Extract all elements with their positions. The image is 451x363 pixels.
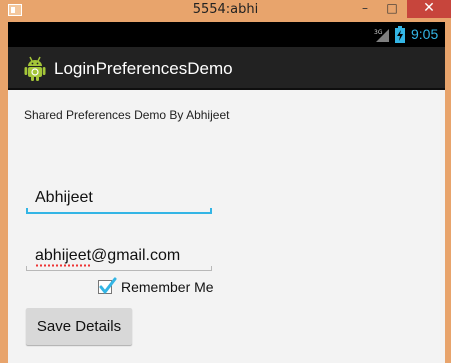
app-title: LoginPreferencesDemo: [54, 59, 233, 78]
save-details-button[interactable]: Save Details: [26, 308, 132, 345]
main-content: Shared Preferences Demo By Abhijeet Abhi…: [8, 90, 445, 363]
signal-3g-icon: 3G: [374, 29, 389, 42]
remember-me-label: Remember Me: [121, 279, 214, 295]
email-field[interactable]: abhijeet@gmail.com: [26, 242, 212, 271]
email-field-value: abhijeet@gmail.com: [35, 247, 181, 264]
close-button[interactable]: ✕: [407, 0, 451, 18]
emulator-title-bar: 5554:abhi – □ ✕: [0, 0, 451, 22]
status-bar: 3G 9:05: [8, 22, 445, 47]
android-robot-icon: [24, 56, 46, 81]
battery-icon: [395, 26, 405, 43]
android-screen: 3G 9:05 LoginPreferencesDemo Shared Pref…: [8, 22, 445, 363]
checkmark-icon: [99, 277, 117, 294]
status-time: 9:05: [411, 26, 439, 42]
page-heading: Shared Preferences Demo By Abhijeet: [24, 108, 230, 122]
spellcheck-underline: [35, 264, 90, 267]
name-field-value: Abhijeet: [35, 189, 93, 206]
remember-me-checkbox[interactable]: [98, 277, 117, 294]
svg-text:3G: 3G: [374, 29, 383, 36]
name-field[interactable]: Abhijeet: [26, 184, 212, 214]
minimize-button[interactable]: –: [355, 0, 375, 18]
action-bar: LoginPreferencesDemo: [8, 47, 445, 90]
maximize-button[interactable]: □: [382, 0, 402, 18]
